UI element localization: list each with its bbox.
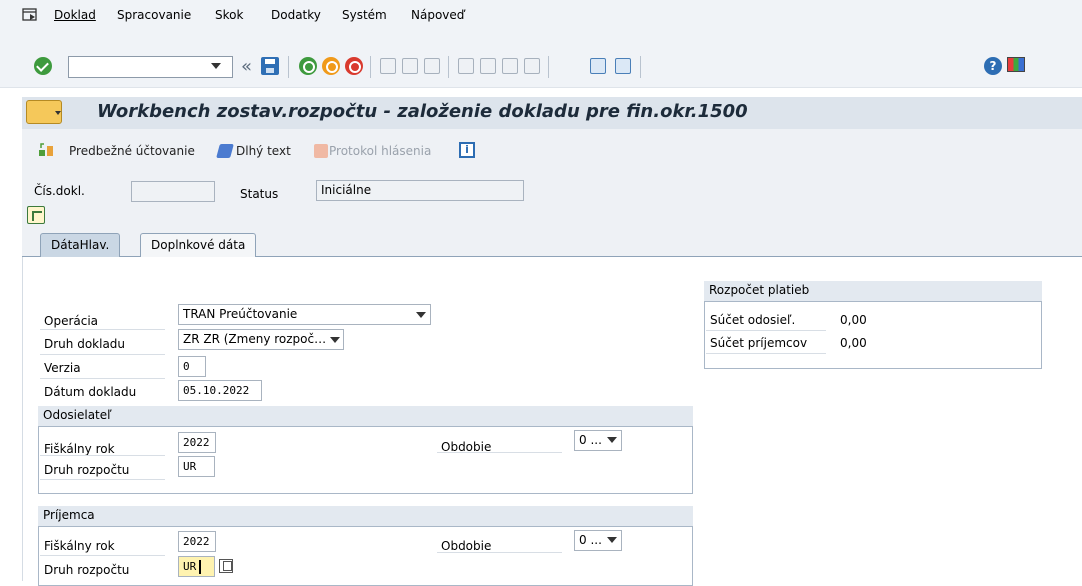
print-icon <box>380 58 396 74</box>
row-divider <box>40 479 165 480</box>
status-field: Iniciálne <box>316 180 524 201</box>
version-input[interactable]: 0 <box>178 356 206 377</box>
page-title: Workbench zostav.rozpočtu - založenie do… <box>97 101 748 122</box>
info-icon[interactable]: i <box>459 142 475 158</box>
layout-menu-icon[interactable] <box>1007 57 1025 72</box>
operation-select[interactable]: TRAN Preúčtovanie <box>178 304 431 325</box>
sender-btype-input[interactable]: UR <box>178 456 215 477</box>
next-page-icon <box>502 58 518 74</box>
receiver-period-label: Obdobie <box>441 539 492 553</box>
receiver-btype-label: Druh rozpočtu <box>44 563 130 577</box>
menu-skok[interactable]: Skok <box>215 8 243 22</box>
preliminary-post-button[interactable]: Predbežné účtovanie <box>69 144 195 158</box>
operation-value: TRAN Preúčtovanie <box>183 307 298 321</box>
menu-window-icon[interactable] <box>22 8 38 22</box>
doctype-select[interactable]: ZR ZR (Zmeny rozpoč… <box>178 329 344 350</box>
status-label: Status <box>240 187 279 201</box>
command-dropdown-icon[interactable] <box>211 63 221 69</box>
save-icon[interactable] <box>261 57 279 75</box>
receiver-sum-label: Súčet príjemcov <box>710 336 808 350</box>
tab-additional-data[interactable]: Doplnkové dáta <box>140 233 257 257</box>
long-text-button[interactable]: Dlhý text <box>236 144 291 158</box>
transaction-menu-icon[interactable] <box>26 100 62 124</box>
receiver-fy-label: Fiškálny rok <box>44 539 115 553</box>
receiver-period-value: 0 ... <box>579 533 602 547</box>
sender-sum-value: 0,00 <box>840 313 867 327</box>
help-icon[interactable]: ? <box>984 57 1002 75</box>
doc-number-label: Čís.dokl. <box>34 184 85 198</box>
doctype-label: Druh dokladu <box>44 337 126 351</box>
doctype-value: ZR ZR (Zmeny rozpoč… <box>183 332 327 346</box>
receiver-period-dropdown-icon[interactable] <box>607 537 617 543</box>
command-field[interactable] <box>68 56 233 78</box>
menu-napoved[interactable]: Nápoveď <box>411 8 464 22</box>
previous-page-icon <box>480 58 496 74</box>
menu-system[interactable]: Systém <box>342 8 387 22</box>
menu-doklad[interactable]: Doklad <box>54 8 96 22</box>
last-page-icon <box>524 58 540 74</box>
value-help-icon[interactable] <box>219 559 233 573</box>
toolbar-separator <box>640 56 641 78</box>
exit-icon[interactable] <box>322 57 340 75</box>
tab-header-data[interactable]: DátaHlav. <box>40 233 121 257</box>
docdate-input[interactable]: 05.10.2022 <box>178 380 262 401</box>
sender-sum-label: Súčet odosieľ. <box>710 313 796 327</box>
row-divider <box>40 455 165 456</box>
sender-btype-label: Druh rozpočtu <box>44 463 130 477</box>
doc-number-field <box>131 181 215 202</box>
toolbar-separator <box>448 56 449 78</box>
receiver-btype-input[interactable]: UR <box>178 556 215 577</box>
row-divider <box>706 353 826 354</box>
message-log-icon <box>314 144 328 158</box>
toolbar-separator <box>288 56 289 78</box>
sender-fy-input[interactable]: 2022 <box>178 432 216 453</box>
find-icon <box>402 58 418 74</box>
receiver-group-title: Príjemca <box>38 506 693 527</box>
payment-budget-title: Rozpočet platieb <box>704 281 1042 302</box>
enter-check-icon[interactable] <box>34 57 52 75</box>
row-divider <box>437 552 562 553</box>
cancel-icon[interactable] <box>345 57 363 75</box>
menu-spracovanie[interactable]: Spracovanie <box>117 8 191 22</box>
docdate-label: Dátum dokladu <box>44 385 137 399</box>
sender-fy-label: Fiškálny rok <box>44 442 115 456</box>
first-page-icon <box>458 58 474 74</box>
new-session-icon[interactable] <box>590 58 606 74</box>
preliminary-post-icon[interactable] <box>38 143 54 157</box>
menu-dodatky[interactable]: Dodatky <box>271 8 321 22</box>
row-divider <box>40 354 165 355</box>
sender-group-title: Odosielateľ <box>38 406 693 427</box>
text-cursor <box>199 560 201 574</box>
row-divider <box>40 555 165 556</box>
toolbar-separator <box>370 56 371 78</box>
row-divider <box>40 378 165 379</box>
version-label: Verzia <box>44 361 81 375</box>
expand-header-icon[interactable] <box>27 206 45 224</box>
operation-label: Operácia <box>44 314 99 328</box>
back-arrows-icon[interactable]: « <box>241 56 252 77</box>
find-next-icon <box>424 58 440 74</box>
shortcut-icon[interactable] <box>615 58 631 74</box>
doctype-dropdown-icon[interactable] <box>330 337 340 343</box>
back-icon[interactable] <box>299 57 317 75</box>
toolbar-separator <box>548 56 549 78</box>
sender-period-value: 0 ... <box>579 433 602 447</box>
receiver-sum-value: 0,00 <box>840 336 867 350</box>
row-divider <box>437 452 562 453</box>
row-divider <box>706 330 826 331</box>
row-divider <box>40 329 165 330</box>
receiver-btype-value: UR <box>183 560 197 573</box>
message-log-button: Protokol hlásenia <box>329 144 432 158</box>
sender-period-dropdown-icon[interactable] <box>607 437 617 443</box>
operation-dropdown-icon[interactable] <box>416 312 426 318</box>
receiver-fy-input[interactable]: 2022 <box>178 531 216 552</box>
